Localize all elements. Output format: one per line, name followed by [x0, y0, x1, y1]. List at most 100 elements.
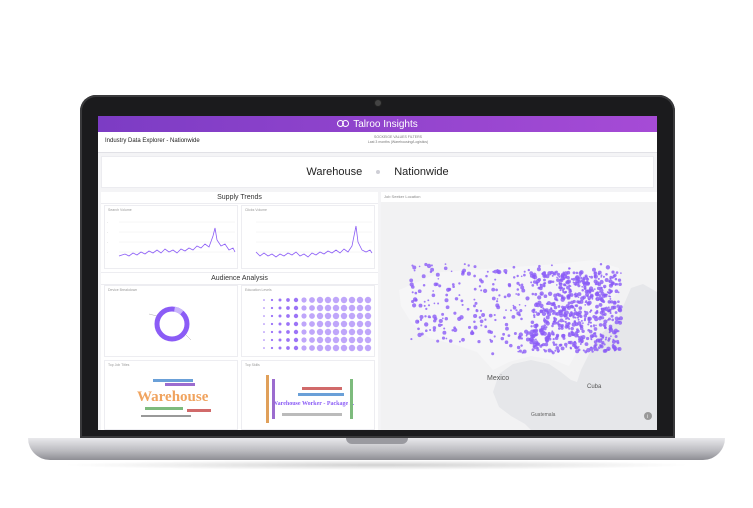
bubble-point [293, 321, 299, 327]
chart-label: Clicks Volume [245, 208, 267, 212]
map-point [417, 327, 420, 331]
map-point [574, 284, 577, 286]
map-point [493, 335, 496, 338]
clicks-volume-line [255, 221, 373, 258]
talroo-logo-icon [337, 120, 350, 128]
map-point [461, 303, 464, 306]
map-point [441, 317, 444, 320]
map-point [568, 332, 571, 335]
bubble-point [293, 329, 299, 335]
bubble-point [324, 344, 332, 352]
map-point [607, 318, 609, 321]
map-point [573, 340, 577, 344]
map-point [582, 276, 585, 279]
bubble-point [270, 330, 274, 334]
map-point [582, 322, 584, 324]
bubble-point [278, 322, 282, 326]
map-point [445, 293, 449, 297]
map-label: Job Seeker Location [384, 194, 421, 199]
svg-text:-: - [107, 230, 108, 234]
map-point [531, 348, 535, 351]
bubble-point [324, 304, 332, 312]
map-point [415, 319, 420, 324]
map-point [612, 338, 615, 341]
map-point [605, 272, 608, 276]
map-point [467, 325, 472, 329]
map-point [610, 314, 614, 318]
clicks-volume-chart[interactable]: Clicks Volume [241, 205, 375, 269]
filter-value: Last 3 months (Warehousing/Logistics) [367, 140, 429, 144]
map-point [569, 346, 572, 349]
search-summary: Warehouse Nationwide [101, 156, 654, 188]
bubble-point [263, 307, 265, 309]
map-point [420, 332, 424, 336]
map-point [495, 288, 498, 292]
map-point [473, 265, 477, 269]
map-point [427, 304, 431, 307]
map-point [589, 324, 593, 328]
bubble-point [301, 345, 307, 351]
map-point [575, 271, 579, 275]
map-point [553, 272, 555, 275]
education-bubble-chart[interactable]: Education Levels [241, 285, 375, 357]
map-point [555, 343, 558, 346]
map-point [541, 333, 544, 336]
map-point [532, 342, 535, 344]
map-point [534, 292, 538, 296]
map-point [590, 309, 592, 312]
filter-summary[interactable]: SOCKEIGE VALUES FILTERS Last 3 months (W… [338, 135, 458, 145]
map-point [550, 350, 553, 353]
map-point [536, 346, 539, 350]
map-point [441, 336, 446, 340]
map-point [608, 295, 611, 298]
map-point [587, 323, 590, 326]
map-point [520, 344, 523, 347]
map-point [578, 335, 581, 339]
map-point [560, 286, 564, 290]
wordcloud-word [153, 379, 193, 382]
map-point [543, 319, 548, 324]
laptop-screen: Talroo Insights Industry Data Explorer -… [98, 116, 657, 430]
map-point [521, 351, 524, 354]
map-point [523, 273, 526, 277]
job-seeker-map[interactable]: Mexico Cuba Guatemala i [381, 202, 657, 430]
map-point [597, 270, 602, 275]
map-point [580, 340, 583, 344]
map-point [556, 276, 558, 279]
map-point [496, 300, 499, 303]
map-point [429, 328, 432, 332]
map-point [572, 315, 575, 319]
map-point [586, 295, 589, 298]
map-point [520, 317, 523, 321]
info-icon[interactable] [644, 412, 652, 420]
map-point [607, 306, 610, 309]
map-point [473, 304, 476, 308]
map-point [473, 320, 476, 323]
map-point [494, 318, 497, 322]
map-point [570, 330, 574, 334]
map-point [576, 333, 579, 337]
map-point [555, 311, 560, 316]
map-point [561, 333, 566, 338]
device-donut-chart[interactable]: Device Breakdown [104, 285, 238, 357]
map-point [575, 304, 579, 308]
map-point [558, 275, 561, 278]
map-point [520, 285, 525, 290]
map-point [595, 324, 597, 327]
bubble-point [278, 346, 282, 350]
search-volume-chart[interactable]: Search Volume - - - - [104, 205, 238, 269]
map-point [462, 268, 467, 273]
map-point [609, 300, 614, 304]
map-point [595, 315, 598, 319]
map-point [568, 312, 573, 317]
wordcloud-primary-word: Warehouse [137, 389, 209, 405]
bubble-point [348, 304, 356, 312]
job-titles-wordcloud[interactable]: Top Job Titles Warehouse [104, 360, 238, 430]
map-point [425, 307, 428, 311]
skills-wordcloud[interactable]: Top Skills Warehouse Worker - Package ..… [241, 360, 375, 430]
map-point [487, 329, 492, 334]
map-point [614, 340, 617, 343]
map-point [545, 315, 550, 320]
map-point [445, 305, 450, 310]
map-point [458, 294, 461, 297]
